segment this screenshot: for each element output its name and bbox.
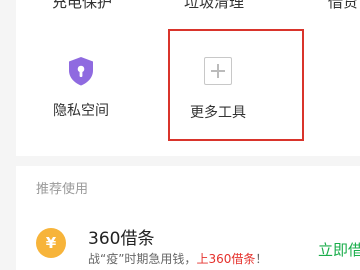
more-tools-label: 更多工具 <box>190 105 246 121</box>
privacy-shield-icon <box>65 55 97 87</box>
add-box-icon <box>202 57 234 89</box>
recommend-card: 推荐使用 ¥ 360借条 战“疫”时期急用钱，上360借条！ 立即借 <box>16 166 360 270</box>
loan-desc-highlight: 上360借条 <box>196 252 256 266</box>
loan-desc-prefix: 战“疫”时期急用钱， <box>88 252 197 266</box>
privacy-space-label: 隐私空间 <box>53 103 109 119</box>
borrow-now-button[interactable]: 立即借 <box>318 239 360 260</box>
top-tool-label-1[interactable]: 充电保护 <box>52 0 112 12</box>
loan-title[interactable]: 360借条 <box>88 224 154 249</box>
more-tools-tool[interactable]: 更多工具 <box>178 55 258 121</box>
recommend-section-title: 推荐使用 <box>36 182 89 197</box>
tools-card: 充电保护 垃圾清理 借贷 隐私空间 更多工具 <box>16 0 360 156</box>
privacy-space-tool[interactable]: 隐私空间 <box>41 55 121 119</box>
yuan-coin-icon: ¥ <box>36 228 66 258</box>
loan-description: 战“疫”时期急用钱，上360借条！ <box>88 250 267 267</box>
top-tool-label-2[interactable]: 垃圾清理 <box>184 0 244 12</box>
top-tool-label-3[interactable]: 借贷 <box>328 0 358 12</box>
loan-desc-suffix: ！ <box>255 252 268 266</box>
